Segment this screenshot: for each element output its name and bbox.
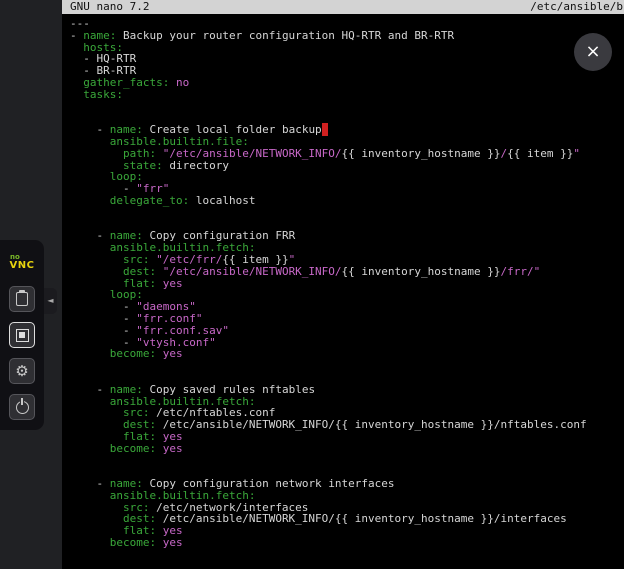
code-token: become: xyxy=(110,536,156,549)
settings-button[interactable]: ⚙ xyxy=(9,358,35,384)
code-token: yes xyxy=(163,536,183,549)
collapse-arrow-icon: ◄ xyxy=(47,297,53,305)
control-bar-handle[interactable]: ◄ xyxy=(44,288,57,314)
vnc-sidebar: no VNC ⚙ ◄ xyxy=(0,0,62,569)
power-icon xyxy=(16,401,29,414)
editor-line: hosts: xyxy=(70,42,624,54)
editor-line xyxy=(70,454,624,466)
code-token: /frr/" xyxy=(501,265,541,278)
editor-line: - HQ-RTR xyxy=(70,53,624,65)
code-token: yes xyxy=(163,277,183,290)
code-token: yes xyxy=(163,347,183,360)
code-token: " xyxy=(573,147,580,160)
editor-line: become: yes xyxy=(70,443,624,455)
code-token xyxy=(70,194,110,207)
code-token: {{ item }} xyxy=(507,147,573,160)
code-token: directory xyxy=(163,159,229,172)
gear-icon: ⚙ xyxy=(15,364,28,379)
fullscreen-icon xyxy=(16,329,29,342)
editor-line: flat: yes xyxy=(70,278,624,290)
code-token: no xyxy=(176,76,189,89)
clipboard-button[interactable] xyxy=(9,286,35,312)
close-icon: × xyxy=(585,43,600,61)
editor-line: become: yes xyxy=(70,537,624,549)
code-token xyxy=(156,442,163,455)
code-token xyxy=(156,347,163,360)
code-token: Backup your router configuration HQ-RTR … xyxy=(116,29,454,42)
clipboard-icon xyxy=(16,292,28,306)
code-token: yes xyxy=(163,442,183,455)
text-cursor xyxy=(322,123,329,136)
editor-line xyxy=(70,207,624,219)
editor-content[interactable]: ---- name: Backup your router configurat… xyxy=(62,14,624,549)
editor-line: state: directory xyxy=(70,160,624,172)
code-token xyxy=(70,536,110,549)
code-token: become: xyxy=(110,347,156,360)
power-button[interactable] xyxy=(9,394,35,420)
code-token: /etc/ansible/NETWORK_INFO/{{ inventory_h… xyxy=(156,512,567,525)
editor-line: become: yes xyxy=(70,348,624,360)
nano-version: GNU nano 7.2 xyxy=(70,0,149,14)
code-token: localhost xyxy=(189,194,255,207)
editor-line: delegate_to: localhost xyxy=(70,195,624,207)
code-token xyxy=(169,76,176,89)
novnc-logo-text-bottom: VNC xyxy=(10,261,35,271)
code-token: become: xyxy=(110,442,156,455)
code-token: {{ inventory_hostname }} xyxy=(342,265,501,278)
file-path: /etc/ansible/b xyxy=(530,0,623,14)
fullscreen-button[interactable] xyxy=(9,322,35,348)
novnc-logo: no VNC xyxy=(8,248,36,276)
code-token xyxy=(70,88,83,101)
code-token: tasks: xyxy=(83,88,123,101)
code-token xyxy=(156,277,163,290)
close-button[interactable]: × xyxy=(574,33,612,71)
code-token: delegate_to: xyxy=(110,194,189,207)
vnc-control-bar: no VNC ⚙ xyxy=(0,240,44,430)
editor-line xyxy=(70,101,624,113)
code-token: "/etc/ansible/NETWORK_INFO/ xyxy=(163,265,342,278)
editor-line xyxy=(70,360,624,372)
nano-titlebar: GNU nano 7.2 /etc/ansible/b xyxy=(62,0,624,14)
editor-line: - name: Backup your router configuration… xyxy=(70,30,624,42)
code-token: {{ inventory_hostname }} xyxy=(342,147,501,160)
terminal-window: GNU nano 7.2 /etc/ansible/b ---- name: B… xyxy=(62,0,624,569)
code-token xyxy=(156,536,163,549)
editor-line: tasks: xyxy=(70,89,624,101)
editor-line: gather_facts: no xyxy=(70,77,624,89)
code-token: /etc/ansible/NETWORK_INFO/{{ inventory_h… xyxy=(156,418,586,431)
